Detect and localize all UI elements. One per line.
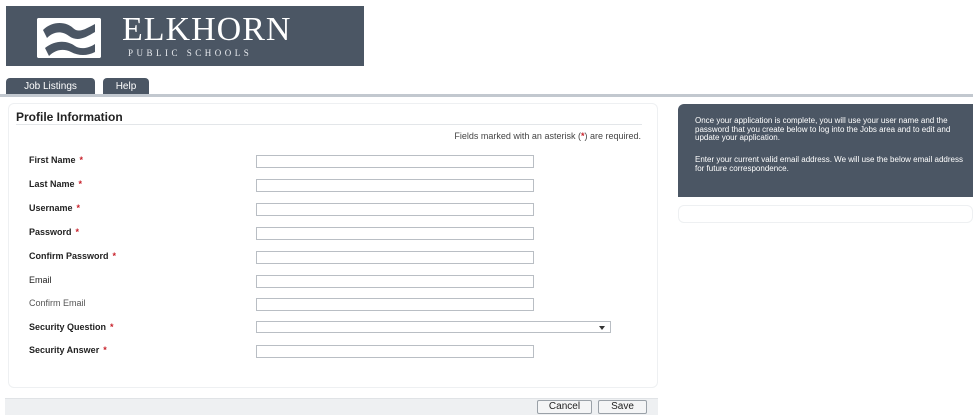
security-question-label: Security Question * [29, 322, 114, 332]
first-name-label-text: First Name [29, 155, 76, 165]
required-asterisk: * [103, 345, 107, 355]
info-paragraph-login: Once your application is complete, you w… [695, 116, 951, 142]
title-divider [16, 124, 642, 125]
email-input[interactable] [256, 275, 534, 288]
username-input[interactable] [256, 203, 534, 216]
password-input[interactable] [256, 227, 534, 240]
confirm-email-input[interactable] [256, 298, 534, 311]
info-secondary-panel [678, 205, 973, 223]
username-label: Username * [29, 203, 80, 213]
first-name-label: First Name * [29, 155, 83, 165]
confirm-password-input[interactable] [256, 251, 534, 264]
confirm-email-label-text: Confirm Email [29, 298, 86, 308]
security-question-label-text: Security Question [29, 322, 107, 332]
security-answer-label-text: Security Answer [29, 345, 100, 355]
confirm-password-label-text: Confirm Password [29, 251, 109, 261]
required-asterisk: * [110, 322, 114, 332]
tab-job-listings[interactable]: Job Listings [6, 78, 95, 95]
password-label-text: Password [29, 227, 72, 237]
required-asterisk: * [76, 203, 81, 213]
tab-help[interactable]: Help [103, 78, 149, 95]
required-note-suffix: ) are required. [584, 131, 641, 141]
email-label: Email [29, 275, 52, 285]
last-name-label-text: Last Name [29, 179, 75, 189]
help-info-panel: Once your application is complete, you w… [678, 104, 973, 197]
confirm-email-label: Confirm Email [29, 298, 86, 308]
district-logo: ELKHORN PUBLIC SCHOOLS [6, 6, 364, 66]
district-subtitle: PUBLIC SCHOOLS [128, 48, 253, 58]
password-label: Password * [29, 227, 79, 237]
last-name-input[interactable] [256, 179, 534, 192]
required-note-prefix: Fields marked with an asterisk ( [454, 131, 581, 141]
required-asterisk: * [75, 227, 80, 237]
email-label-text: Email [29, 275, 52, 285]
first-name-input[interactable] [256, 155, 534, 168]
district-name: ELKHORN [122, 11, 292, 48]
last-name-label: Last Name * [29, 179, 82, 189]
confirm-password-label: Confirm Password * [29, 251, 116, 261]
security-answer-label: Security Answer * [29, 345, 107, 355]
info-paragraph-email: Enter your current valid email address. … [695, 155, 963, 173]
cancel-button[interactable]: Cancel [537, 400, 592, 414]
required-fields-note: Fields marked with an asterisk (*) are r… [454, 131, 641, 141]
required-asterisk: * [112, 251, 117, 261]
required-asterisk: * [78, 179, 83, 189]
tab-bar-divider [0, 94, 973, 97]
security-answer-input[interactable] [256, 345, 534, 358]
river-logo-icon [37, 18, 101, 58]
required-asterisk: * [79, 155, 84, 165]
username-label-text: Username [29, 203, 73, 213]
dropdown-arrow-icon[interactable] [599, 326, 605, 330]
security-question-select[interactable] [256, 321, 611, 333]
save-button[interactable]: Save [598, 400, 647, 414]
form-title: Profile Information [16, 110, 123, 124]
